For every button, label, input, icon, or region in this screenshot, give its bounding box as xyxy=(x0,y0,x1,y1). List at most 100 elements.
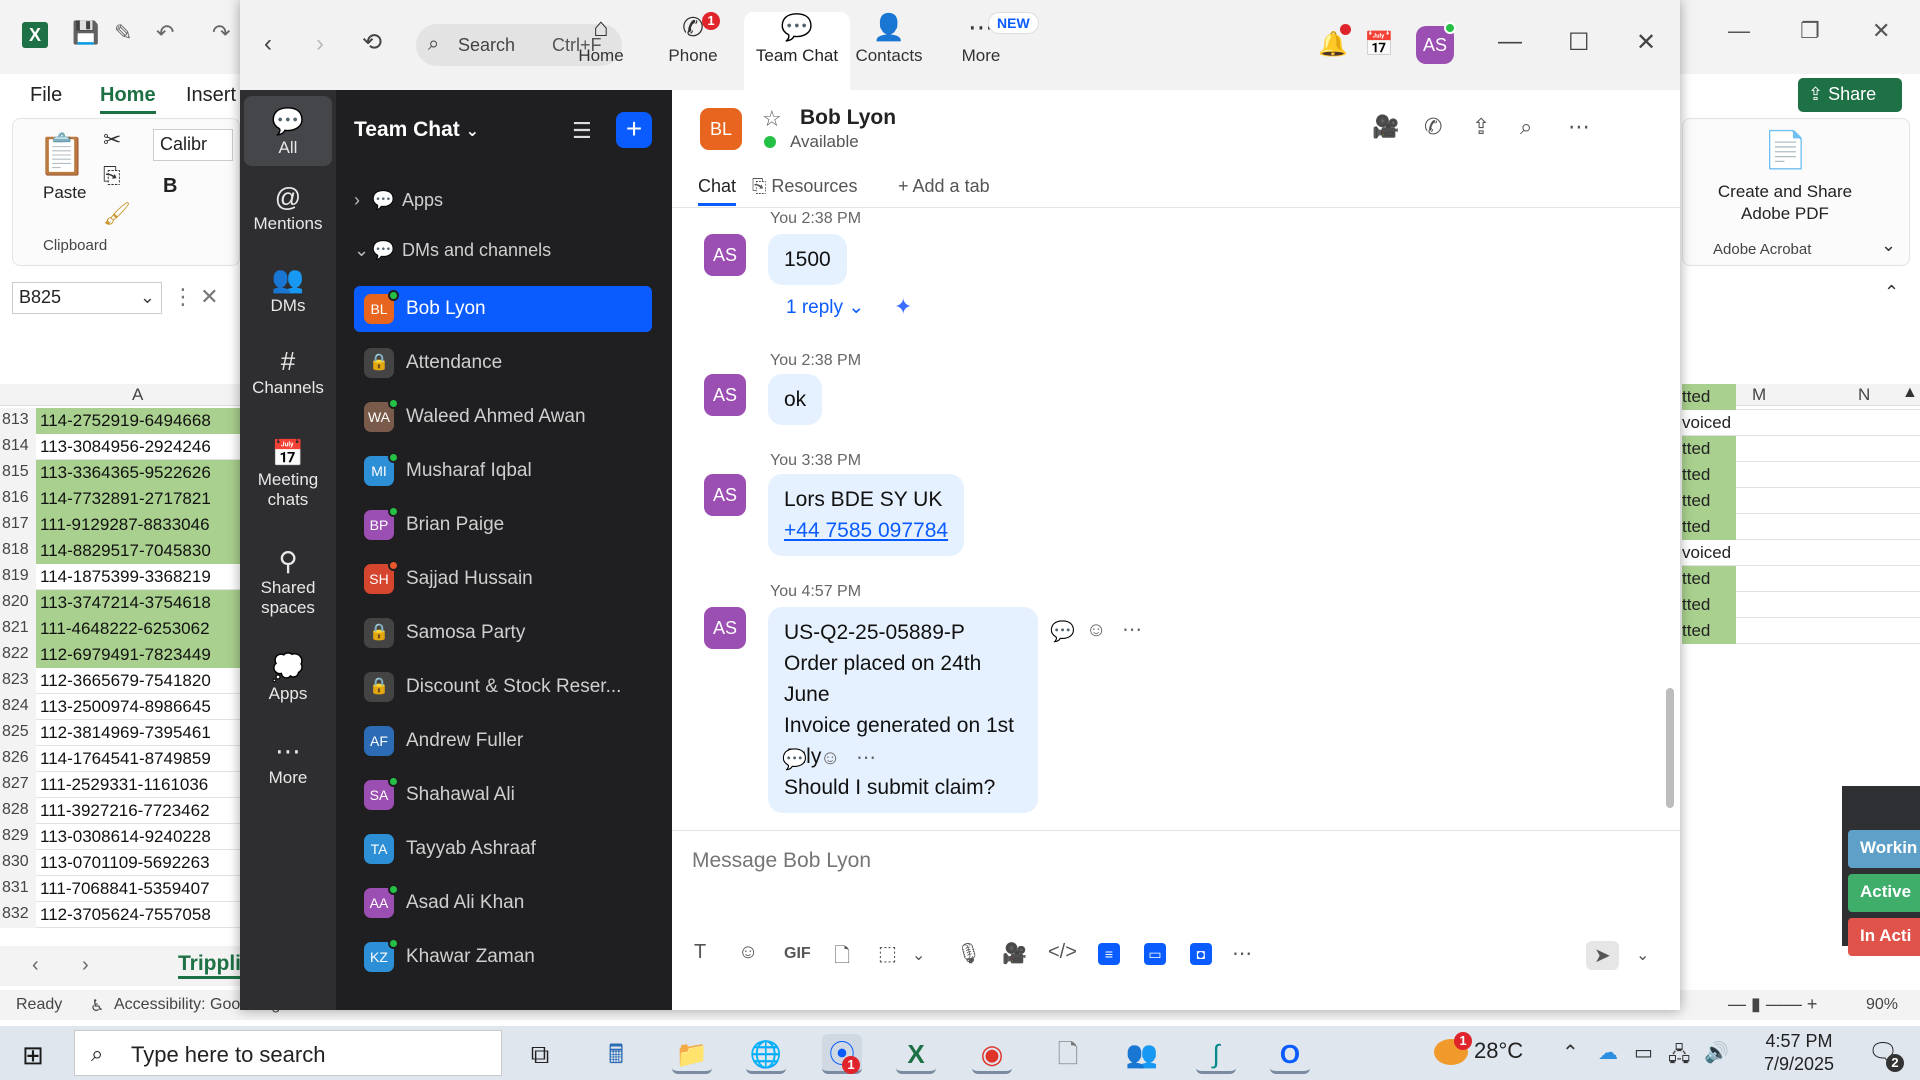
more-actions-icon[interactable]: ⋯ xyxy=(1122,617,1142,642)
notepad-icon[interactable]: 🗋 xyxy=(1048,1034,1088,1074)
row-number[interactable]: 818 xyxy=(0,538,36,564)
cell-a[interactable]: 112-3705624-7557058 xyxy=(36,902,240,928)
taskbar-clock[interactable]: 4:57 PM 7/9/2025 xyxy=(1744,1030,1854,1076)
cell-a[interactable]: 112-3814969-7395461 xyxy=(36,720,240,746)
status-pill[interactable]: Active xyxy=(1848,874,1920,912)
windows-start-icon[interactable]: ⊞ xyxy=(22,1040,44,1071)
video-message-icon[interactable]: 🎥 xyxy=(1002,941,1027,966)
cell-status[interactable]: tted xyxy=(1682,566,1736,592)
create-share-pdf-button[interactable]: Create and Share Adobe PDF xyxy=(1683,181,1887,225)
rail-item-all[interactable]: 💬 All xyxy=(244,96,332,166)
row-number[interactable]: 816 xyxy=(0,486,36,512)
sender-avatar[interactable]: AS xyxy=(704,474,746,516)
battery-icon[interactable]: ▭ xyxy=(1634,1040,1653,1065)
excel-restore-icon[interactable]: ❐ xyxy=(1800,18,1820,44)
gif-icon[interactable]: GIF xyxy=(784,945,811,963)
file-icon[interactable]: 🗋 xyxy=(834,941,850,975)
cell-status[interactable]: tted xyxy=(1682,384,1736,410)
tab-chat[interactable]: Chat xyxy=(698,176,737,206)
cell-a[interactable]: 113-0308614-9240228 xyxy=(36,824,240,850)
show-hidden-icons-icon[interactable]: ⌃ xyxy=(1562,1040,1579,1065)
sheet-prev-icon[interactable]: ‹ xyxy=(32,954,39,977)
format-painter-icon[interactable]: ✎ xyxy=(114,20,132,46)
network-icon[interactable]: 🖧 xyxy=(1668,1040,1690,1074)
tab-home[interactable]: ⌂ Home xyxy=(548,12,654,90)
status-pill[interactable]: In Acti xyxy=(1848,918,1920,956)
format-painter-icon[interactable]: 🖌 xyxy=(103,201,131,227)
cell-status[interactable]: tted xyxy=(1682,436,1736,462)
calculator-icon[interactable]: 🖩 xyxy=(596,1034,636,1074)
save-icon[interactable]: 💾 xyxy=(72,20,99,46)
channel-item[interactable]: WA Waleed Ahmed Awan xyxy=(354,394,652,440)
cell-a[interactable]: 113-3364365-9522626 xyxy=(36,460,240,486)
row-number[interactable]: 829 xyxy=(0,824,36,850)
row-number[interactable]: 820 xyxy=(0,590,36,616)
cell-a[interactable]: 113-2500974-8986645 xyxy=(36,694,240,720)
ribbon-tab-home[interactable]: Home xyxy=(100,84,156,114)
cell-a[interactable]: 113-3747214-3754618 xyxy=(36,590,240,616)
tab-contacts[interactable]: 👤 Contacts xyxy=(836,12,942,90)
cell-status[interactable]: tted xyxy=(1682,618,1736,644)
cell-status[interactable]: voiced yet xyxy=(1682,410,1736,436)
emoji-react-icon[interactable]: ☺ xyxy=(820,747,840,770)
tab-resources[interactable]: ⎘ Resources xyxy=(752,176,857,197)
text-format-icon[interactable]: T xyxy=(694,941,706,964)
rail-item-mentions[interactable]: @ Mentions xyxy=(244,172,332,242)
outlook-icon[interactable]: O xyxy=(1270,1034,1310,1074)
cell-a[interactable]: 114-8829517-7045830 xyxy=(36,538,240,564)
excel-minimize-icon[interactable]: — xyxy=(1728,18,1750,44)
cell-a[interactable]: 114-7732891-2717821 xyxy=(36,486,240,512)
share-screen-icon[interactable]: ⇪ xyxy=(1472,114,1490,140)
star-icon[interactable]: ☆ xyxy=(762,106,782,132)
redo-icon[interactable]: ↷ xyxy=(212,20,230,46)
close-icon[interactable]: ✕ xyxy=(1636,28,1656,57)
row-number[interactable]: 830 xyxy=(0,850,36,876)
sender-avatar[interactable]: AS xyxy=(704,234,746,276)
row-number[interactable]: 831 xyxy=(0,876,36,902)
reply-icon[interactable]: 💬 xyxy=(1050,619,1075,644)
rail-item-meeting-chats[interactable]: 📅 Meeting chats xyxy=(244,428,332,518)
phone-number-link[interactable]: +44 7585 097784 xyxy=(784,519,948,542)
new-chat-button[interactable]: + xyxy=(616,112,652,148)
excel-close-icon[interactable]: ✕ xyxy=(1872,18,1890,44)
share-button[interactable]: ⇪ Share ⌄ xyxy=(1798,78,1902,125)
microphone-icon[interactable]: 🎙 xyxy=(956,941,981,966)
channel-item[interactable]: BP Brian Paige xyxy=(354,502,652,548)
message-scrollbar[interactable] xyxy=(1666,688,1674,808)
cell-a[interactable]: 114-1875399-3368219 xyxy=(36,564,240,590)
channel-item[interactable]: BL Bob Lyon xyxy=(354,286,652,332)
channel-item[interactable]: TA Tayyab Ashraaf xyxy=(354,826,652,872)
task-view-icon[interactable]: ⧉ xyxy=(520,1034,560,1074)
team-chat-title[interactable]: Team Chat ⌄ xyxy=(354,118,479,142)
cell-a[interactable]: 111-4648222-6253062 xyxy=(36,616,240,642)
formula-cancel-icon[interactable]: ⋮ ✕ xyxy=(172,284,219,310)
ribbon-tab-file[interactable]: File xyxy=(30,84,62,107)
more-actions-icon[interactable]: ⋯ xyxy=(856,745,876,770)
weather-widget[interactable]: 28°C xyxy=(1434,1038,1523,1066)
name-box[interactable]: B825 ⌄ xyxy=(12,282,162,314)
bold-button[interactable]: B xyxy=(163,175,177,198)
row-number[interactable]: 813 xyxy=(0,408,36,434)
paste-label[interactable]: Paste xyxy=(43,183,86,203)
message-bubble[interactable]: US-Q2-25-05889-P Order placed on 24th Ju… xyxy=(768,607,1038,813)
cell-a[interactable]: 114-2752919-6494668 xyxy=(36,408,240,434)
cell-a[interactable]: 114-1764541-8749859 xyxy=(36,746,240,772)
channel-item[interactable]: 🔒 Samosa Party xyxy=(354,610,652,656)
filter-icon[interactable]: ☰ xyxy=(572,118,592,144)
sheet-tab-active[interactable]: Trippli xyxy=(178,952,241,979)
ribbon-tab-insert[interactable]: Insert xyxy=(186,84,236,107)
zoom-slider[interactable]: — ▮ —— + xyxy=(1728,994,1817,1015)
cut-icon[interactable]: ✂ xyxy=(103,127,121,153)
channel-item[interactable]: SA Shahawal Ali xyxy=(354,772,652,818)
row-number[interactable]: 824 xyxy=(0,694,36,720)
rail-item-more[interactable]: ⋯ More xyxy=(244,726,332,796)
cell-a[interactable]: 112-6979491-7823449 xyxy=(36,642,240,668)
undo-icon[interactable]: ↶ xyxy=(156,20,174,46)
paste-icon[interactable]: 📋 xyxy=(37,131,87,178)
rail-item-apps[interactable]: 💭 Apps xyxy=(244,642,332,712)
contact-name[interactable]: Bob Lyon xyxy=(800,106,896,130)
onedrive-icon[interactable]: ☁ xyxy=(1598,1040,1618,1065)
message-bubble[interactable]: ok xyxy=(768,374,823,425)
more-options-icon[interactable]: ⋯ xyxy=(1568,114,1590,140)
row-number[interactable]: 828 xyxy=(0,798,36,824)
